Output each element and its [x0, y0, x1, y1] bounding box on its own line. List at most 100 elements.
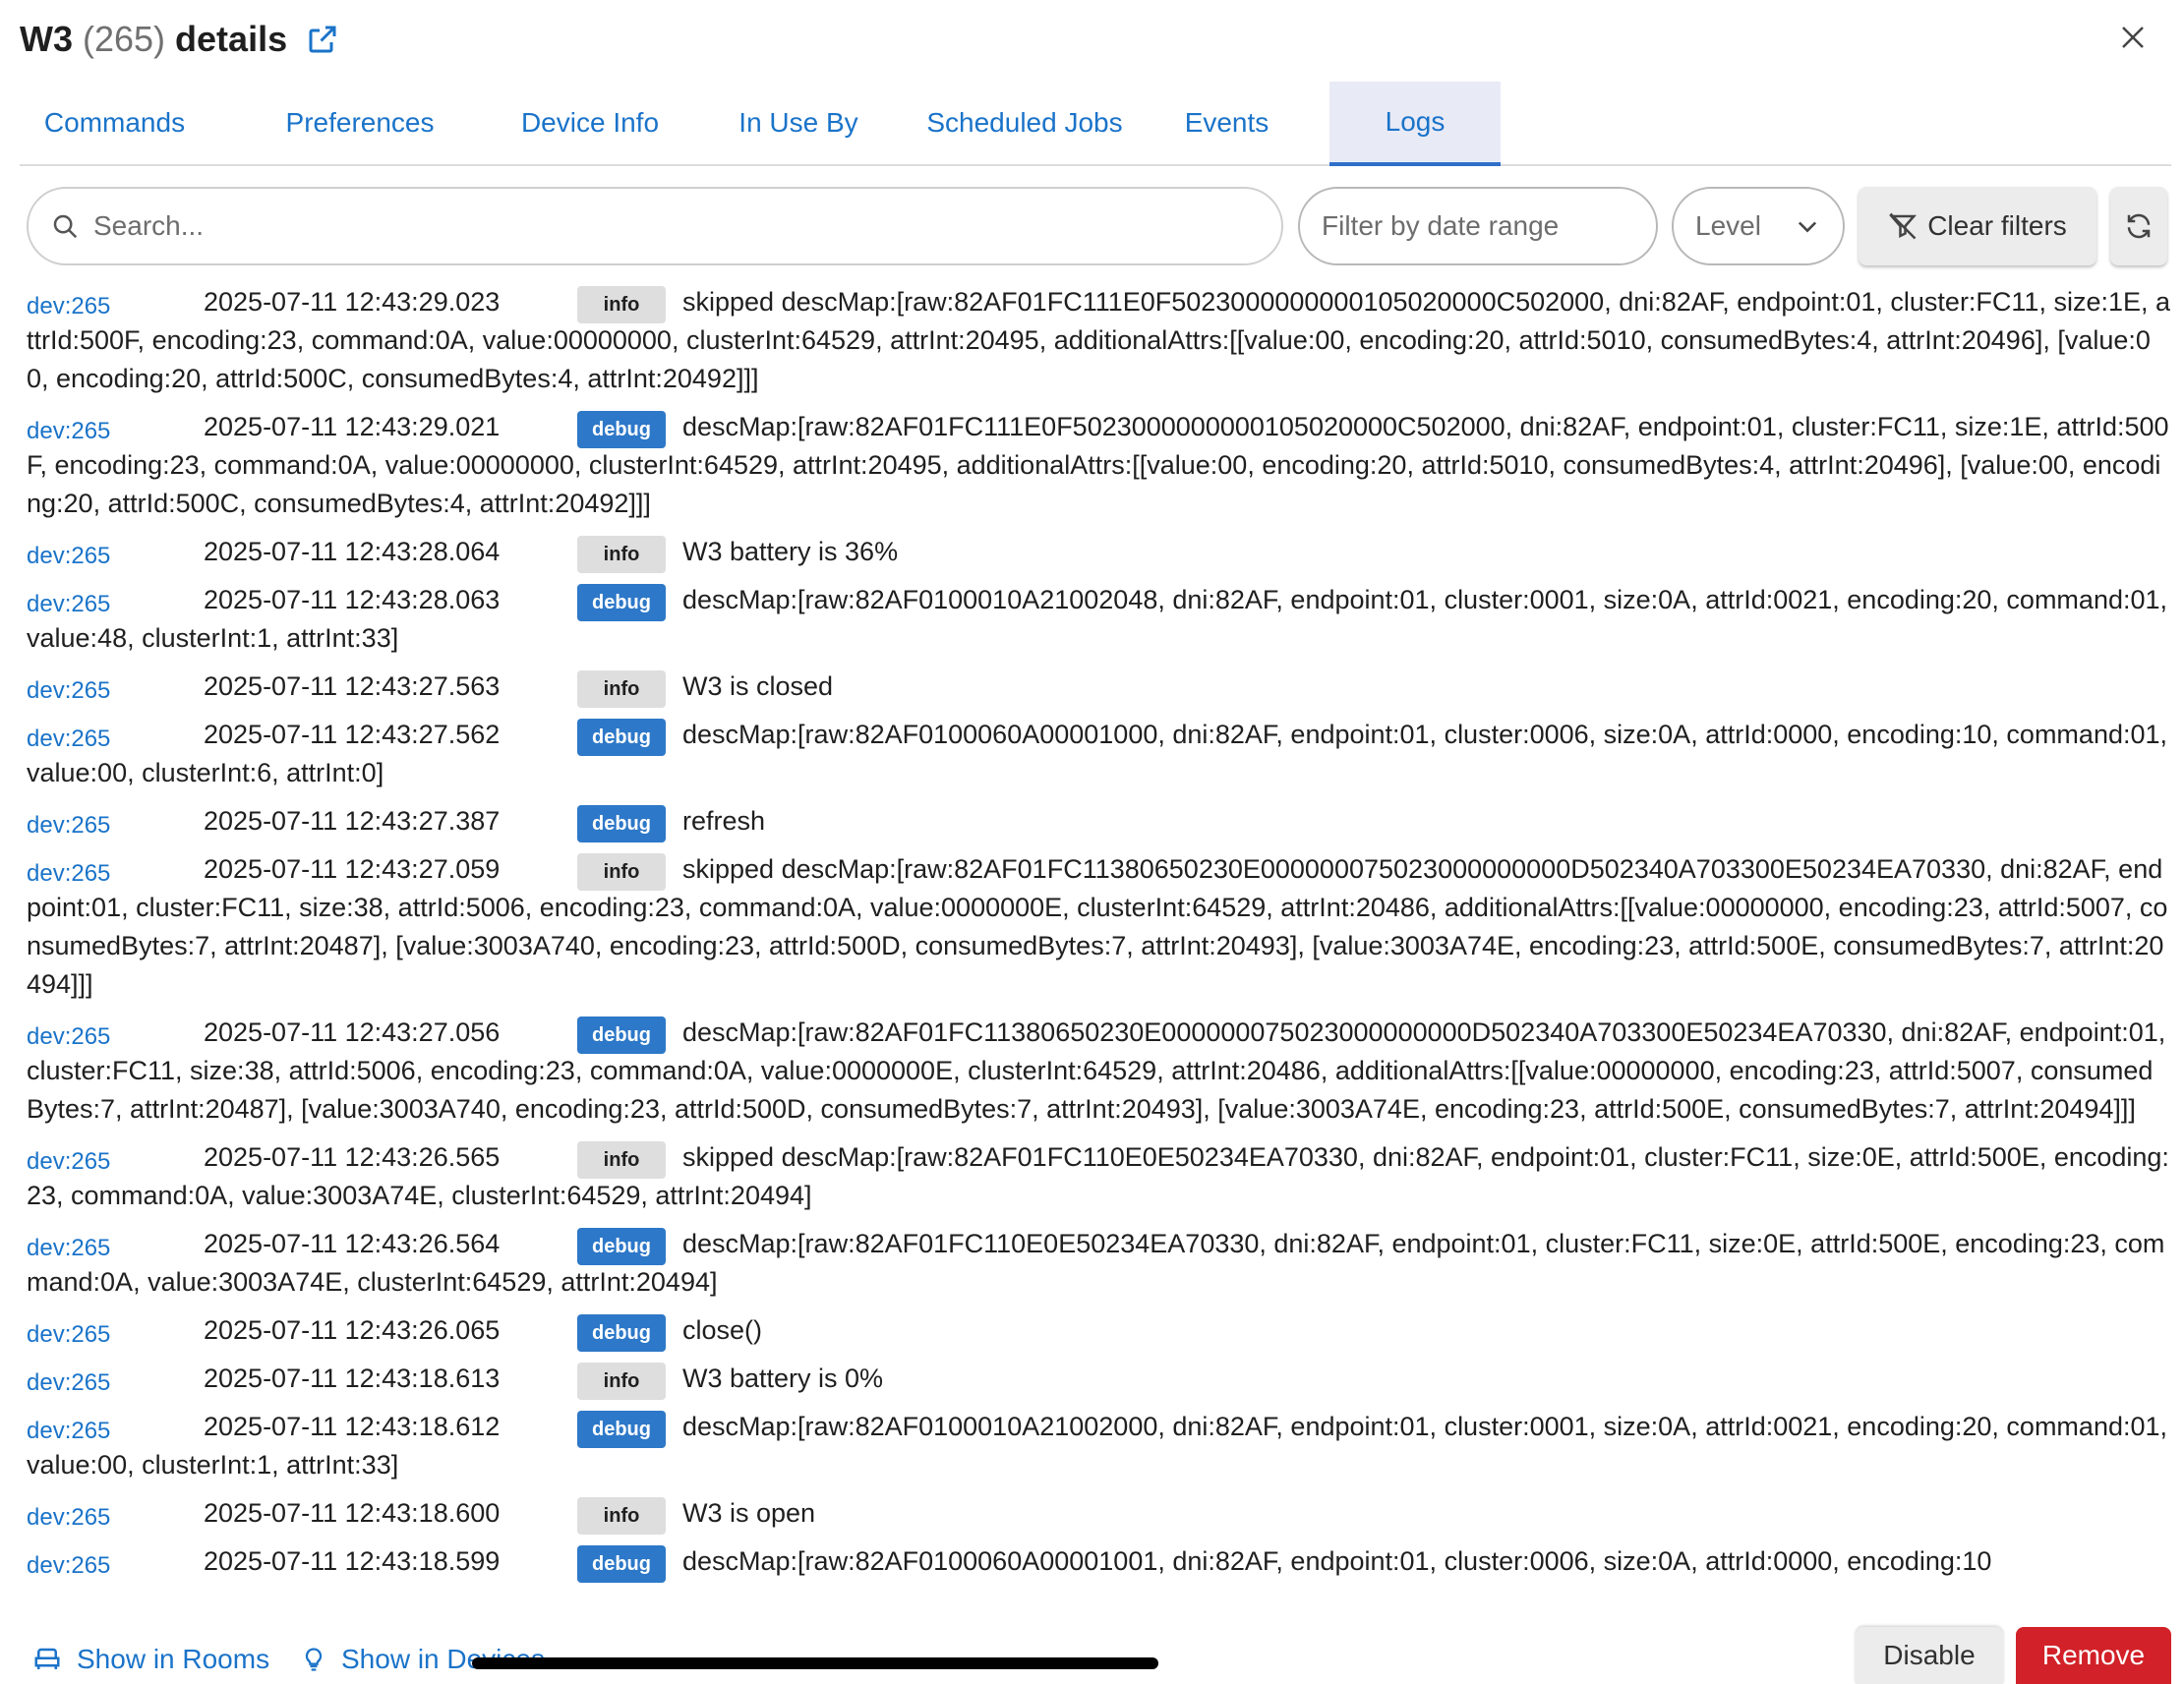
log-device-link[interactable]: dev:265	[27, 287, 110, 325]
log-timestamp: 2025-07-11 12:43:27.056	[204, 1017, 501, 1047]
tab-in-use-by[interactable]: In Use By	[720, 82, 877, 164]
log-level-badge: info	[577, 536, 666, 573]
log-device-link[interactable]: dev:265	[27, 1017, 110, 1056]
clear-filters-button[interactable]: Clear filters	[1859, 187, 2096, 265]
log-timestamp: 2025-07-11 12:43:29.021	[204, 412, 501, 441]
log-level-badge: debug	[577, 584, 666, 621]
lightbulb-icon	[305, 1648, 323, 1671]
chevron-down-icon	[1798, 221, 1817, 233]
refresh-button[interactable]	[2110, 187, 2167, 265]
show-in-rooms-label: Show in Rooms	[77, 1644, 270, 1674]
log-row: dev:265 2025-07-11 12:43:28.064 info W3 bat…	[27, 533, 2170, 573]
close-icon	[2122, 27, 2144, 48]
log-device-link[interactable]: dev:265	[27, 720, 110, 758]
log-device-link[interactable]: dev:265	[27, 1498, 110, 1537]
log-level-badge: info	[577, 1141, 666, 1179]
tab-commands[interactable]: Commands	[20, 82, 209, 164]
log-level-badge: info	[577, 853, 666, 891]
log-level-badge: debug	[577, 411, 666, 448]
device-name: W3	[20, 19, 73, 59]
close-button[interactable]	[2111, 16, 2154, 59]
disable-button[interactable]: Disable	[1856, 1627, 2003, 1684]
log-device-link[interactable]: dev:265	[27, 806, 110, 844]
tab-logs[interactable]: Logs	[1329, 82, 1501, 166]
dialog-title: W3 (265) details	[20, 19, 287, 60]
tab-device-info[interactable]: Device Info	[502, 82, 679, 164]
filter-off-icon	[1889, 212, 1918, 240]
tab-scheduled-jobs[interactable]: Scheduled Jobs	[916, 82, 1133, 164]
log-timestamp: 2025-07-11 12:43:28.064	[204, 537, 501, 566]
log-level-badge: debug	[577, 1228, 666, 1265]
log-list: dev:265 2025-07-11 12:43:29.023 info skippe…	[27, 283, 2170, 1586]
log-device-link[interactable]: dev:265	[27, 1546, 110, 1585]
log-timestamp: 2025-07-11 12:43:27.563	[204, 671, 501, 701]
date-range-filter[interactable]	[1298, 187, 1658, 265]
log-device-link[interactable]: dev:265	[27, 1315, 110, 1354]
log-timestamp: 2025-07-11 12:43:18.613	[204, 1364, 501, 1393]
log-row: dev:265 2025-07-11 12:43:18.612 debug descM…	[27, 1408, 2170, 1484]
title-suffix: details	[175, 19, 288, 59]
search-box[interactable]	[27, 187, 1283, 265]
date-range-input[interactable]	[1322, 210, 1636, 242]
refresh-icon	[2127, 213, 2151, 239]
log-timestamp: 2025-07-11 12:43:18.600	[204, 1498, 501, 1528]
tab-events[interactable]: Events	[1175, 82, 1278, 164]
log-level-badge: debug	[577, 1411, 666, 1448]
log-row: dev:265 2025-07-11 12:43:29.023 info skippe…	[27, 283, 2170, 398]
log-timestamp: 2025-07-11 12:43:26.065	[204, 1315, 501, 1345]
log-device-link[interactable]: dev:265	[27, 671, 110, 710]
open-external-icon[interactable]	[305, 22, 340, 57]
log-row: dev:265 2025-07-11 12:43:27.056 debug descM…	[27, 1014, 2170, 1129]
log-timestamp: 2025-07-11 12:43:26.565	[204, 1142, 501, 1172]
log-row: dev:265 2025-07-11 12:43:18.613 info W3 bat…	[27, 1360, 2170, 1400]
log-row: dev:265 2025-07-11 12:43:29.021 debug descM…	[27, 408, 2170, 523]
log-device-link[interactable]: dev:265	[27, 1412, 110, 1450]
log-device-link[interactable]: dev:265	[27, 854, 110, 893]
clear-filters-label: Clear filters	[1927, 210, 2067, 241]
search-input[interactable]	[93, 210, 1224, 242]
tab-preferences[interactable]: Preferences	[260, 82, 460, 164]
show-in-rooms-link[interactable]: Show in Rooms	[31, 1644, 269, 1675]
dialog-header: W3 (265) details	[20, 10, 340, 69]
log-device-link[interactable]: dev:265	[27, 1364, 110, 1402]
log-row: dev:265 2025-07-11 12:43:18.599 debug descM…	[27, 1542, 2170, 1583]
log-timestamp: 2025-07-11 12:43:28.063	[204, 585, 501, 614]
log-device-link[interactable]: dev:265	[27, 1229, 110, 1267]
log-row: dev:265 2025-07-11 12:43:26.565 info skippe…	[27, 1138, 2170, 1215]
log-device-link[interactable]: dev:265	[27, 537, 110, 575]
log-level-badge: info	[577, 670, 666, 708]
log-timestamp: 2025-07-11 12:43:27.562	[204, 720, 501, 749]
log-timestamp: 2025-07-11 12:43:27.387	[204, 806, 501, 836]
log-level-badge: info	[577, 1363, 666, 1400]
tab-bar: Commands Preferences Device Info In Use …	[20, 82, 2171, 166]
log-row: dev:265 2025-07-11 12:43:27.059 info skippe…	[27, 850, 2170, 1004]
log-row: dev:265 2025-07-11 12:43:27.563 info W3 is …	[27, 668, 2170, 708]
log-level-badge: info	[577, 286, 666, 323]
log-device-link[interactable]: dev:265	[27, 412, 110, 450]
log-timestamp: 2025-07-11 12:43:29.023	[204, 287, 501, 317]
log-row: dev:265 2025-07-11 12:43:26.564 debug descM…	[27, 1225, 2170, 1302]
search-icon	[53, 214, 78, 239]
home-indicator	[472, 1657, 1158, 1669]
log-row: dev:265 2025-07-11 12:43:27.387 debug refre…	[27, 802, 2170, 844]
sofa-icon	[34, 1648, 60, 1669]
log-level-badge: debug	[577, 1545, 666, 1583]
log-row: dev:265 2025-07-11 12:43:18.600 info W3 is …	[27, 1494, 2170, 1535]
log-level-badge: debug	[577, 1314, 666, 1352]
log-device-link[interactable]: dev:265	[27, 585, 110, 623]
log-level-badge: debug	[577, 1016, 666, 1054]
log-level-badge: info	[577, 1497, 666, 1535]
remove-button[interactable]: Remove	[2016, 1627, 2171, 1684]
log-row: dev:265 2025-07-11 12:43:27.562 debug descM…	[27, 716, 2170, 792]
log-timestamp: 2025-07-11 12:43:27.059	[204, 854, 501, 884]
log-timestamp: 2025-07-11 12:43:18.612	[204, 1412, 501, 1441]
log-level-badge: debug	[577, 719, 666, 756]
level-select[interactable]: Level	[1672, 187, 1845, 265]
log-timestamp: 2025-07-11 12:43:26.564	[204, 1229, 501, 1258]
device-id: (265)	[83, 19, 166, 59]
log-timestamp: 2025-07-11 12:43:18.599	[204, 1546, 501, 1576]
log-device-link[interactable]: dev:265	[27, 1142, 110, 1181]
log-level-badge: debug	[577, 805, 666, 842]
log-row: dev:265 2025-07-11 12:43:28.063 debug descM…	[27, 581, 2170, 658]
level-select-label: Level	[1695, 210, 1761, 241]
